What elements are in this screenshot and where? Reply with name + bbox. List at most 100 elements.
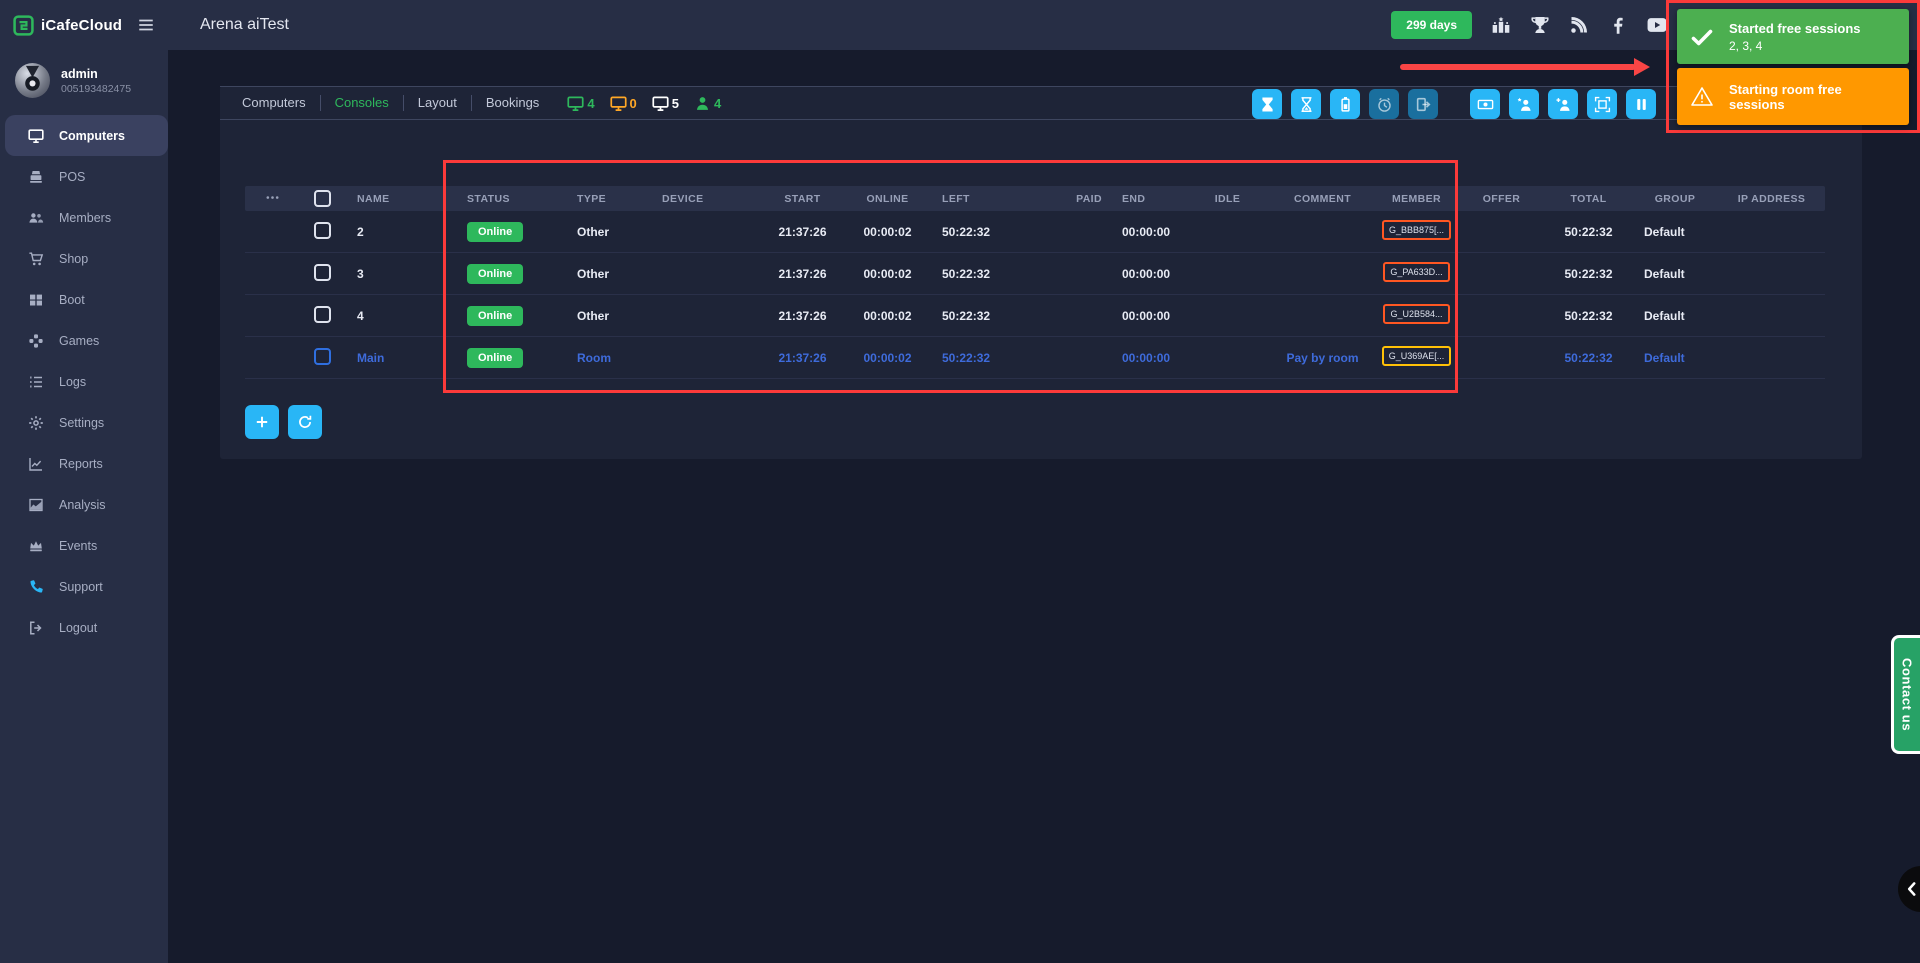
sidebar-item-analysis[interactable]: Analysis (0, 484, 168, 525)
member-badge[interactable]: G_PA633D... (1383, 262, 1449, 282)
sidebar-item-shop[interactable]: Shop (0, 238, 168, 279)
col-status[interactable]: STATUS (455, 193, 565, 205)
cell-start: 21:37:26 (760, 351, 845, 365)
row-checkbox[interactable] (314, 264, 331, 281)
annotation-box-toasts: Started free sessions 2, 3, 4 Starting r… (1666, 0, 1920, 133)
col-comment[interactable]: COMMENT (1270, 193, 1375, 205)
sidebar-item-logout[interactable]: Logout (0, 607, 168, 648)
monitor-icon (567, 95, 584, 112)
contact-us-button[interactable]: Contact us (1891, 635, 1920, 754)
col-name[interactable]: NAME (345, 193, 455, 205)
logout-icon (28, 620, 44, 636)
col-ip[interactable]: IP ADDRESS (1718, 193, 1825, 205)
toast-close-icon[interactable] (1886, 90, 1899, 103)
row-checkbox[interactable] (314, 222, 331, 239)
hamburger-menu-icon[interactable] (137, 16, 155, 34)
icafecloud-logo-icon (13, 15, 34, 36)
table-row[interactable]: 4 Online Other 21:37:26 00:00:02 50:22:3… (245, 295, 1825, 337)
table-row[interactable]: 3 Online Other 21:37:26 00:00:02 50:22:3… (245, 253, 1825, 295)
sidebar-item-settings[interactable]: Settings (0, 402, 168, 443)
status-badge: Online (467, 306, 523, 326)
screenshot-button[interactable] (1587, 89, 1617, 119)
sidebar-item-members[interactable]: Members (0, 197, 168, 238)
table-row[interactable]: Main Online Room 21:37:26 00:00:02 50:22… (245, 337, 1825, 379)
youtube-icon[interactable] (1647, 15, 1667, 35)
row-menu-icon[interactable] (265, 265, 280, 280)
col-type[interactable]: TYPE (565, 193, 650, 205)
col-paid[interactable]: PAID (1060, 193, 1110, 205)
header-menu-icon[interactable] (265, 190, 280, 205)
cell-name: 2 (345, 225, 455, 239)
col-end[interactable]: END (1110, 193, 1185, 205)
member-plus-button[interactable] (1548, 89, 1578, 119)
row-menu-icon[interactable] (265, 349, 280, 364)
cell-total: 50:22:32 (1545, 225, 1632, 239)
license-days-badge[interactable]: 299 days (1391, 11, 1472, 39)
toast-warning: Starting room free sessions (1677, 68, 1909, 125)
tab-consoles[interactable]: Consoles (321, 86, 403, 120)
chat-collapse-button[interactable] (1898, 866, 1920, 912)
member-badge[interactable]: G_BBB875[... (1382, 220, 1451, 240)
col-left[interactable]: LEFT (930, 193, 1060, 205)
row-menu-icon[interactable] (265, 307, 280, 322)
tab-computers[interactable]: Computers (228, 86, 320, 120)
tab-bookings[interactable]: Bookings (472, 86, 553, 120)
member-badge[interactable]: G_U369AE[... (1382, 346, 1452, 366)
rss-icon[interactable] (1569, 15, 1589, 35)
member-star-button[interactable] (1509, 89, 1539, 119)
select-all-checkbox[interactable] (314, 190, 331, 207)
sidebar-item-support[interactable]: Support (0, 566, 168, 607)
col-member[interactable]: MEMBER (1375, 193, 1458, 205)
gear-icon (28, 415, 44, 431)
sign-out-icon (1415, 96, 1432, 113)
cash-button[interactable] (1470, 89, 1500, 119)
battery-button[interactable] (1330, 89, 1360, 119)
member-badge[interactable]: G_U2B584... (1383, 304, 1449, 324)
col-group[interactable]: GROUP (1632, 193, 1718, 205)
row-menu-icon[interactable] (265, 223, 280, 238)
sidebar-item-reports[interactable]: Reports (0, 443, 168, 484)
check-icon (1690, 25, 1714, 49)
logo-text: iCafeCloud (41, 17, 122, 34)
col-total[interactable]: TOTAL (1545, 193, 1632, 205)
cell-online: 00:00:02 (845, 309, 930, 323)
cell-type: Other (565, 225, 650, 239)
sidebar-item-games[interactable]: Games (0, 320, 168, 361)
sign-out-button[interactable] (1408, 89, 1438, 119)
ranking-icon[interactable] (1491, 15, 1511, 35)
alarm-clock-button[interactable] (1369, 89, 1399, 119)
sidebar-item-computers[interactable]: Computers (5, 115, 168, 156)
windows-icon (28, 292, 44, 308)
tab-layout[interactable]: Layout (404, 86, 471, 120)
hourglass-outline-button[interactable] (1291, 89, 1321, 119)
console-counter: 0 (610, 95, 637, 112)
facebook-icon[interactable] (1608, 15, 1628, 35)
row-checkbox[interactable] (314, 348, 331, 365)
table-row[interactable]: 2 Online Other 21:37:26 00:00:02 50:22:3… (245, 211, 1825, 253)
toast-success: Started free sessions 2, 3, 4 (1677, 9, 1909, 64)
trophy-icon[interactable] (1530, 15, 1550, 35)
user-profile: admin 005193482475 (0, 50, 168, 115)
col-start[interactable]: START (760, 193, 845, 205)
col-offer[interactable]: OFFER (1458, 193, 1545, 205)
user-name: admin (61, 67, 131, 81)
refresh-button[interactable] (288, 405, 322, 439)
row-checkbox[interactable] (314, 306, 331, 323)
sidebar-item-logs[interactable]: Logs (0, 361, 168, 402)
col-device[interactable]: DEVICE (650, 193, 760, 205)
sidebar-item-events[interactable]: Events (0, 525, 168, 566)
status-badge: Online (467, 264, 523, 284)
sidebar-item-pos[interactable]: POS (0, 156, 168, 197)
col-idle[interactable]: IDLE (1185, 193, 1270, 205)
games-icon (28, 333, 44, 349)
toast-close-icon[interactable] (1886, 30, 1899, 43)
cell-total: 50:22:32 (1545, 309, 1632, 323)
pause-button[interactable] (1626, 89, 1656, 119)
hourglass-filled-button[interactable] (1252, 89, 1282, 119)
sidebar-item-boot[interactable]: Boot (0, 279, 168, 320)
col-online[interactable]: ONLINE (845, 193, 930, 205)
cell-left: 50:22:32 (930, 225, 1060, 239)
cash-icon (1477, 96, 1494, 113)
pos-icon (28, 169, 44, 185)
add-console-button[interactable] (245, 405, 279, 439)
